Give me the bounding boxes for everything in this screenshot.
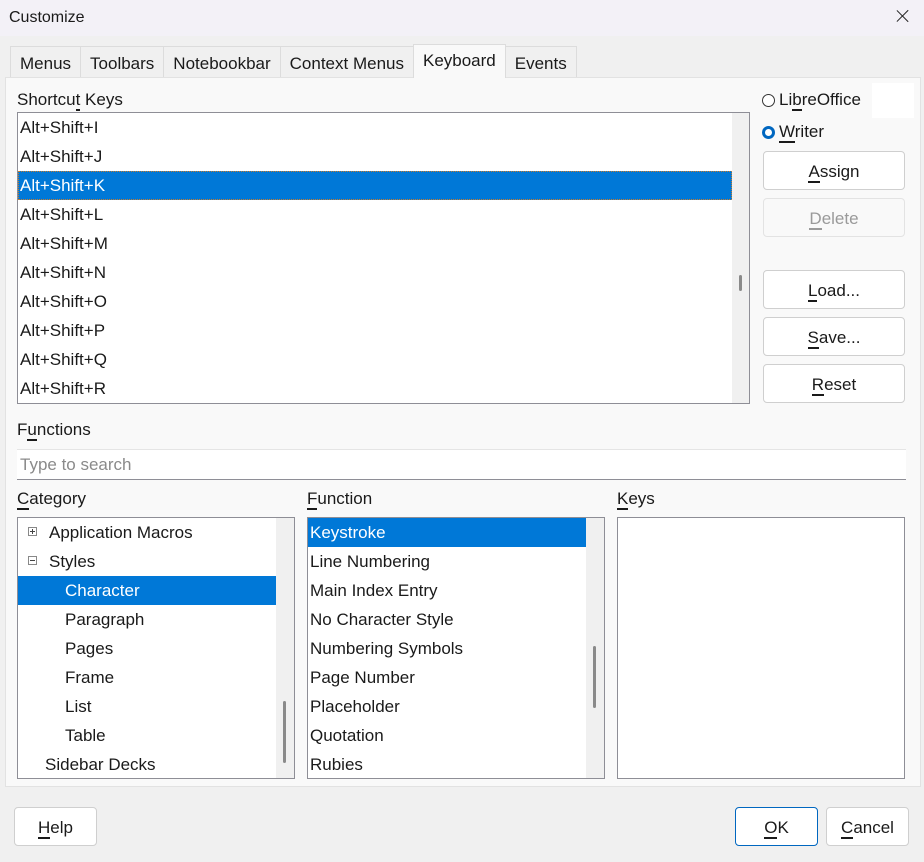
expand-icon[interactable] (28, 527, 37, 537)
category-scrollbar[interactable] (276, 518, 294, 778)
category-item[interactable]: Application Macros (18, 518, 276, 547)
collapse-icon[interactable] (28, 556, 37, 566)
category-item[interactable]: Styles (18, 547, 276, 576)
delete-button[interactable]: Delete (763, 198, 905, 237)
tab-keyboard[interactable]: Keyboard (412, 44, 506, 78)
category-item[interactable]: List (18, 692, 276, 721)
function-search-input[interactable] (17, 449, 906, 480)
function-list[interactable]: Keystroke Line Numbering Main Index Entry N… (307, 517, 605, 779)
tab-menus[interactable]: Menus (10, 46, 82, 78)
function-item[interactable]: Quotation (308, 721, 586, 750)
scrollbar-thumb[interactable] (593, 646, 596, 708)
assign-button[interactable]: Assign (763, 151, 905, 190)
category-item-label: Character (65, 581, 140, 600)
function-item[interactable]: Rubies (308, 750, 586, 778)
category-item-label: Table (65, 726, 106, 745)
load-button[interactable]: Load... (763, 270, 905, 309)
category-item-label: Application Macros (49, 523, 193, 542)
shortcut-keys-scrollbar[interactable] (732, 113, 749, 403)
shortcut-key-item[interactable]: Alt+Shift+P (18, 316, 732, 345)
libreoffice-radio[interactable]: LibreOffice (762, 90, 861, 111)
category-item-label: Paragraph (65, 610, 145, 629)
keys-label: Keys (617, 489, 655, 510)
category-item[interactable]: Frame (18, 663, 276, 692)
tab-toolbars[interactable]: Toolbars (80, 46, 165, 78)
category-item-label: Styles (49, 552, 96, 571)
shortcut-key-item[interactable]: Alt+Shift+O (18, 287, 732, 316)
libreoffice-radio-label: LibreOffice (779, 90, 861, 111)
category-item[interactable]: Paragraph (18, 605, 276, 634)
function-label: Function (307, 489, 373, 510)
writer-radio-label: Writer (779, 122, 825, 143)
cancel-button[interactable]: Cancel (826, 807, 909, 846)
category-tree[interactable]: Application Macros Styles Character Paragra… (17, 517, 295, 779)
dialog-title: Customize (9, 9, 85, 26)
function-item[interactable]: Line Numbering (308, 547, 586, 576)
close-icon[interactable] (894, 8, 912, 26)
tab-context-menus[interactable]: Context Menus (279, 46, 414, 78)
shortcut-key-item[interactable]: Alt+Shift+Q (18, 345, 732, 374)
function-scrollbar[interactable] (586, 518, 604, 778)
category-item[interactable]: Table (18, 721, 276, 750)
shortcut-key-item[interactable]: Alt+Shift+L (18, 200, 732, 229)
category-item[interactable]: Pages (18, 634, 276, 663)
writer-radio[interactable]: Writer (762, 122, 825, 143)
functions-label: Functions (17, 420, 91, 441)
help-button[interactable]: Help (14, 807, 97, 846)
radio-checked-icon (762, 125, 775, 139)
radio-unchecked-icon (762, 93, 775, 107)
shortcut-keys-label: Shortcut Keys (17, 90, 123, 111)
shortcut-key-item[interactable]: Alt+Shift+M (18, 229, 732, 258)
shortcut-key-item[interactable]: Alt+Shift+I (18, 113, 732, 142)
shortcut-keys-list[interactable]: Alt+Shift+I Alt+Shift+J Alt+Shift+K Alt+Shi… (17, 112, 750, 404)
keys-list[interactable] (617, 517, 905, 779)
blank-overlay (872, 83, 914, 118)
category-item[interactable]: Sidebar Decks (18, 750, 276, 778)
function-item[interactable]: Numbering Symbols (308, 634, 586, 663)
scrollbar-thumb[interactable] (283, 701, 286, 763)
function-item[interactable]: Keystroke (308, 518, 586, 547)
shortcut-key-item[interactable]: Alt+Shift+J (18, 142, 732, 171)
title-bar: Customize (0, 0, 924, 36)
tab-bar: Menus Toolbars Notebookbar Context Menus… (10, 44, 577, 78)
tab-notebookbar[interactable]: Notebookbar (163, 46, 281, 78)
category-label: Category (17, 489, 86, 510)
shortcut-key-item[interactable]: Alt+Shift+R (18, 374, 732, 403)
category-item-label: Sidebar Decks (45, 755, 156, 774)
shortcut-key-item[interactable]: Alt+Shift+N (18, 258, 732, 287)
scrollbar-thumb[interactable] (739, 275, 742, 291)
save-button[interactable]: Save... (763, 317, 905, 356)
function-item[interactable]: Placeholder (308, 692, 586, 721)
function-item[interactable]: Main Index Entry (308, 576, 586, 605)
category-item-label: Frame (65, 668, 115, 687)
function-item[interactable]: Page Number (308, 663, 586, 692)
category-item[interactable]: Character (18, 576, 276, 605)
tab-events[interactable]: Events (504, 46, 577, 78)
ok-button[interactable]: OK (735, 807, 818, 846)
category-item-label: List (65, 697, 92, 716)
shortcut-key-item[interactable]: Alt+Shift+K (18, 171, 732, 200)
reset-button[interactable]: Reset (763, 364, 905, 403)
category-item-label: Pages (65, 639, 114, 658)
function-item[interactable]: No Character Style (308, 605, 586, 634)
